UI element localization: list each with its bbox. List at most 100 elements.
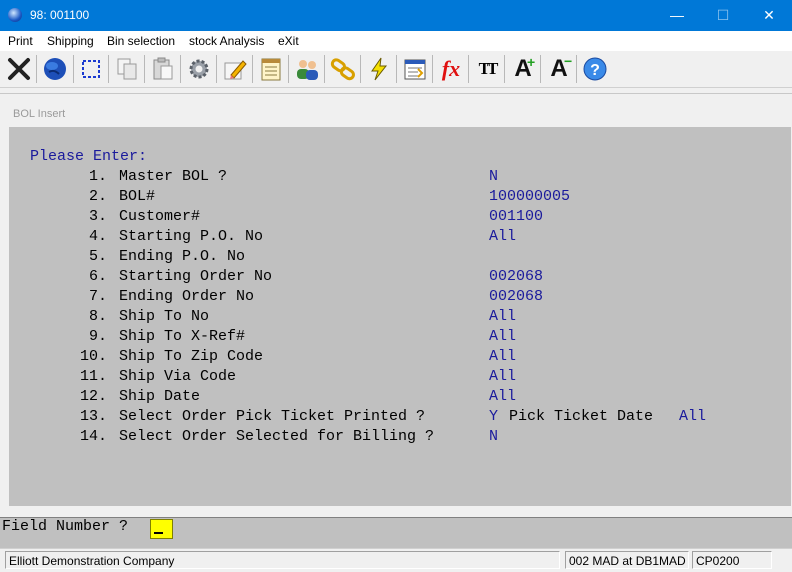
field-value-master-bol[interactable]: N — [489, 167, 498, 187]
status-database: 002 MAD at DB1MAD — [565, 551, 689, 569]
maximize-button[interactable]: ☐ — [700, 0, 746, 31]
field-label-pick-ticket-date: Pick Ticket Date — [509, 408, 654, 425]
field-label-pick-ticket-printed: Select Order Pick Ticket Printed ? — [119, 408, 426, 425]
menu-bin-selection[interactable]: Bin selection — [107, 34, 175, 48]
svg-text:?: ? — [590, 62, 600, 79]
field-num: 12. — [80, 388, 108, 405]
close-x-icon[interactable] — [3, 53, 35, 85]
field-num: 8. — [89, 308, 108, 325]
field-num: 2. — [89, 188, 108, 205]
notepad-icon[interactable] — [255, 53, 287, 85]
function-fx-icon[interactable]: fx — [435, 53, 467, 85]
toolbar-separator — [576, 55, 577, 83]
field-label-ending-po: Ending P.O. No — [119, 248, 246, 265]
toolbar-separator — [36, 55, 37, 83]
font-tt-icon[interactable]: TT — [471, 53, 503, 85]
field-label-ship-to-xref: Ship To X-Ref# — [119, 328, 246, 345]
field-num: 6. — [89, 268, 108, 285]
links-icon[interactable] — [327, 53, 359, 85]
toolbar-separator — [504, 55, 505, 83]
field-num: 11. — [80, 368, 108, 385]
field-value-ship-to-zip[interactable]: All — [489, 347, 516, 367]
menu-print[interactable]: Print — [8, 34, 33, 48]
app-globe-icon[interactable] — [8, 8, 22, 22]
field-number-label: Field Number ? — [2, 518, 129, 535]
status-program: CP0200 — [692, 551, 772, 569]
field-num: 10. — [80, 348, 108, 365]
field-label-customer: Customer# — [119, 208, 201, 225]
field-num: 4. — [89, 228, 108, 245]
field-label-ship-to-no: Ship To No — [119, 308, 210, 325]
menu-stock-analysis[interactable]: stock Analysis — [189, 34, 264, 48]
status-company: Elliott Demonstration Company — [5, 551, 560, 569]
field-value-ship-date[interactable]: All — [489, 387, 516, 407]
copy-icon[interactable] — [111, 53, 143, 85]
field-num: 9. — [89, 328, 108, 345]
toolbar-separator — [468, 55, 469, 83]
field-value-ship-to-xref[interactable]: All — [489, 327, 516, 347]
minimize-button[interactable]: — — [654, 0, 700, 31]
prompt-label: Please Enter: — [30, 148, 148, 165]
menu-shipping[interactable]: Shipping — [47, 34, 94, 48]
field-label-master-bol: Master BOL ? — [119, 168, 228, 185]
field-num: 3. — [89, 208, 108, 225]
toolbar-separator — [216, 55, 217, 83]
close-button[interactable]: ✕ — [746, 0, 792, 31]
field-num: 7. — [89, 288, 108, 305]
toolbar-separator — [144, 55, 145, 83]
lightning-icon[interactable] — [363, 53, 395, 85]
toolbar-separator — [360, 55, 361, 83]
field-num: 13. — [80, 408, 108, 425]
toolbar-separator — [396, 55, 397, 83]
field-value-customer[interactable]: 001100 — [489, 207, 543, 227]
users-icon[interactable] — [291, 53, 323, 85]
field-number-input[interactable] — [150, 519, 173, 539]
field-value-ship-via[interactable]: All — [489, 367, 516, 387]
toolbar-separator — [432, 55, 433, 83]
field-num: 1. — [89, 168, 108, 185]
toolbar: fx TT A + A − ? — [0, 51, 792, 88]
help-icon[interactable]: ? — [579, 53, 611, 85]
title-bar: 98: 001100 — ☐ ✕ — [0, 0, 792, 31]
field-num: 5. — [89, 248, 108, 265]
toolbar-separator — [73, 55, 74, 83]
field-value-selected-for-billing[interactable]: N — [489, 427, 498, 447]
field-value-pick-ticket-printed[interactable]: Y — [489, 407, 498, 427]
text-cursor — [154, 532, 163, 534]
field-label-ship-date: Ship Date — [119, 388, 201, 405]
font-increase-icon[interactable]: A + — [507, 53, 539, 85]
field-label-bol-number: BOL# — [119, 188, 156, 205]
toolbar-separator — [288, 55, 289, 83]
field-label-ship-via: Ship Via Code — [119, 368, 237, 385]
field-value-ending-order[interactable]: 002068 — [489, 287, 543, 307]
toolbar-separator — [180, 55, 181, 83]
field-value-pick-ticket-date[interactable]: All — [679, 407, 706, 427]
globe-icon[interactable] — [39, 53, 71, 85]
field-label-starting-order: Starting Order No — [119, 268, 273, 285]
paste-icon[interactable] — [147, 53, 179, 85]
field-label-starting-po: Starting P.O. No — [119, 228, 264, 245]
report-icon[interactable] — [399, 53, 431, 85]
toolbar-separator — [252, 55, 253, 83]
minus-icon: − — [564, 53, 573, 69]
settings-gear-icon[interactable] — [183, 53, 215, 85]
menu-exit[interactable]: eXit — [278, 34, 299, 48]
menu-bar: Print Shipping Bin selection stock Analy… — [0, 31, 792, 51]
toolbar-separator — [324, 55, 325, 83]
field-value-starting-order[interactable]: 002068 — [489, 267, 543, 287]
status-bar: Elliott Demonstration Company 002 MAD at… — [0, 548, 792, 572]
field-num: 14. — [80, 428, 108, 445]
field-label-selected-for-billing: Select Order Selected for Billing ? — [119, 428, 435, 445]
select-box-icon[interactable] — [75, 53, 107, 85]
plus-icon: + — [527, 54, 536, 70]
font-decrease-icon[interactable]: A − — [543, 53, 575, 85]
field-value-bol-number[interactable]: 100000005 — [489, 187, 570, 207]
field-value-starting-po[interactable]: All — [489, 227, 516, 247]
field-label-ending-order: Ending Order No — [119, 288, 255, 305]
field-value-ship-to-no[interactable]: All — [489, 307, 516, 327]
toolbar-separator — [540, 55, 541, 83]
toolbar-separator — [108, 55, 109, 83]
window-title: 98: 001100 — [30, 8, 90, 22]
field-label-ship-to-zip: Ship To Zip Code — [119, 348, 264, 365]
edit-pencil-icon[interactable] — [219, 53, 251, 85]
